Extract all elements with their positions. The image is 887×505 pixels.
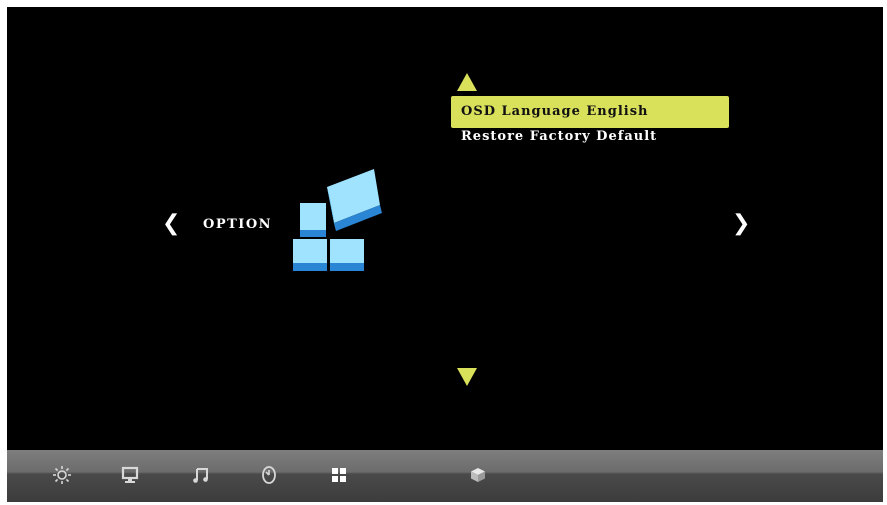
time-icon[interactable]: [258, 464, 280, 486]
picture-settings-icon[interactable]: [51, 464, 73, 486]
category-label: OPTION: [203, 217, 273, 232]
option-icon[interactable]: [328, 464, 350, 486]
menu-item-osd-language[interactable]: OSD Language English: [451, 96, 729, 128]
scroll-down-arrow[interactable]: [457, 368, 477, 386]
lock-icon[interactable]: [467, 464, 489, 486]
scroll-up-arrow[interactable]: [457, 73, 477, 91]
next-category-arrow[interactable]: ❯: [732, 213, 750, 235]
option-category-icon: [293, 169, 382, 271]
osd-screen: ❮ OPTION OSD Language English Restore Fa…: [7, 7, 883, 502]
sound-icon[interactable]: [190, 464, 212, 486]
category-taskbar: [7, 450, 883, 502]
screen-icon[interactable]: [119, 464, 141, 486]
menu-item-restore-factory-default[interactable]: Restore Factory Default: [451, 125, 729, 149]
previous-category-arrow[interactable]: ❮: [162, 213, 180, 235]
